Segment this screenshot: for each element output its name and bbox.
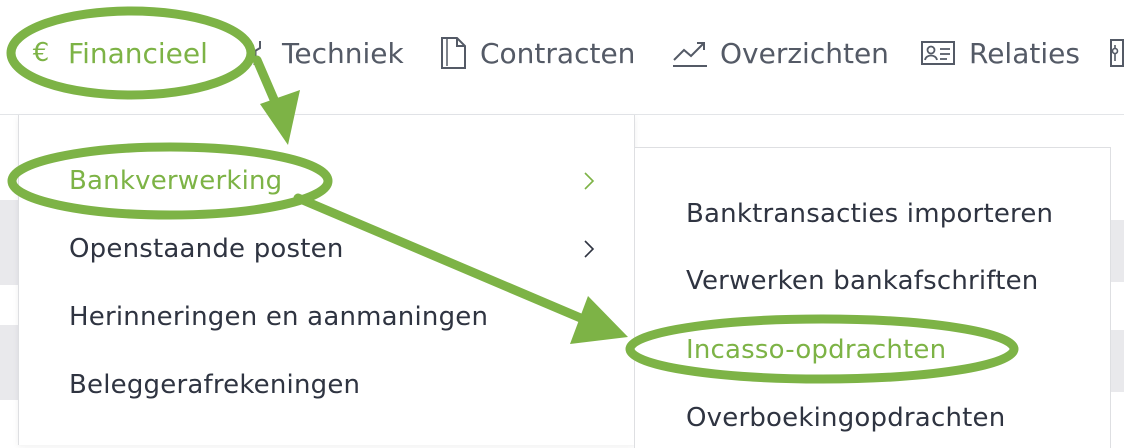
submenu-item-label: Banktransacties importeren <box>686 199 1054 229</box>
nav-item-techniek[interactable]: Techniek <box>240 33 404 73</box>
financieel-dropdown-menu: Bankverwerking Openstaande posten Herinn… <box>18 115 635 445</box>
menu-item-herinneringen-en-aanmaningen[interactable]: Herinneringen en aanmaningen <box>69 297 599 337</box>
euro-icon: € <box>32 38 50 68</box>
submenu-item-label: Verwerken bankafschriften <box>686 266 1039 296</box>
chevron-right-icon <box>579 167 599 195</box>
nav-item-label: Financieel <box>68 36 208 70</box>
bankverwerking-submenu: Banktransacties importeren Verwerken ban… <box>634 147 1111 448</box>
nav-item-label: Overzichten <box>720 36 889 70</box>
nav-item-financieel[interactable]: € Financieel <box>26 33 208 73</box>
chevron-right-icon <box>579 303 599 331</box>
background-row <box>0 325 18 400</box>
nav-item-overzichten[interactable]: Overzichten <box>672 33 889 73</box>
chevron-right-icon <box>579 235 599 263</box>
trend-chart-icon <box>672 36 708 70</box>
settings-sliders-icon <box>1108 36 1124 70</box>
nav-item-label: Contracten <box>480 36 636 70</box>
top-navigation: € Financieel Techniek Contracten Overzic… <box>0 0 1124 115</box>
nav-item-label: Techniek <box>282 36 404 70</box>
wrench-icon <box>240 36 270 70</box>
nav-item-relaties[interactable]: Relaties <box>919 33 1080 73</box>
menu-item-label: Herinneringen en aanmaningen <box>69 302 489 332</box>
menu-item-openstaande-posten[interactable]: Openstaande posten <box>69 229 599 269</box>
submenu-item-overboekingopdrachten[interactable]: Overboekingopdrachten <box>686 398 1005 438</box>
menu-item-label: Bankverwerking <box>69 166 283 196</box>
submenu-item-incasso-opdrachten[interactable]: Incasso-opdrachten <box>686 330 946 370</box>
nav-item-label: Relaties <box>969 36 1080 70</box>
submenu-item-label: Overboekingopdrachten <box>686 403 1006 433</box>
submenu-item-label: Incasso-opdrachten <box>686 335 947 365</box>
menu-item-label: Beleggerafrekeningen <box>69 370 361 400</box>
contact-card-icon <box>919 36 957 70</box>
menu-item-label: Openstaande posten <box>69 234 344 264</box>
submenu-item-banktransacties-importeren[interactable]: Banktransacties importeren <box>686 194 1053 234</box>
menu-item-beleggerafrekeningen[interactable]: Beleggerafrekeningen <box>69 365 599 405</box>
background-row <box>1110 220 1124 282</box>
background-row <box>1110 330 1124 392</box>
background-row <box>0 200 18 285</box>
document-icon <box>438 36 468 70</box>
menu-item-bankverwerking[interactable]: Bankverwerking <box>69 161 599 201</box>
submenu-item-verwerken-bankafschriften[interactable]: Verwerken bankafschriften <box>686 261 1038 301</box>
nav-item-more[interactable] <box>1108 33 1124 73</box>
nav-item-contracten[interactable]: Contracten <box>438 33 635 73</box>
